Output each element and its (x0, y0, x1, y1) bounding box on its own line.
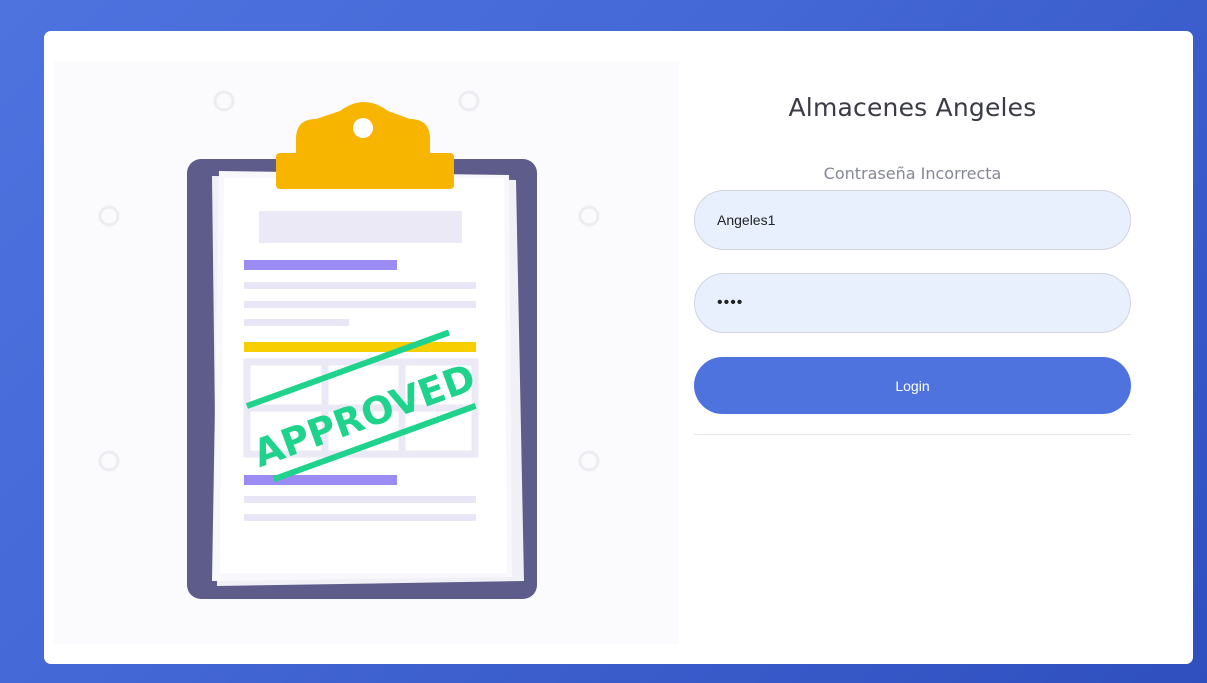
login-card: APPROVED Almacenes Angeles Contraseña In… (44, 31, 1193, 664)
username-input[interactable] (694, 190, 1131, 250)
page-title: Almacenes Angeles (788, 93, 1037, 122)
approved-clipboard-icon: APPROVED (98, 90, 600, 599)
clipboard-illustration: APPROVED (54, 61, 679, 644)
divider (694, 434, 1131, 435)
password-input[interactable] (694, 273, 1131, 333)
login-button[interactable]: Login (694, 357, 1131, 414)
error-message: Contraseña Incorrecta (823, 164, 1002, 183)
